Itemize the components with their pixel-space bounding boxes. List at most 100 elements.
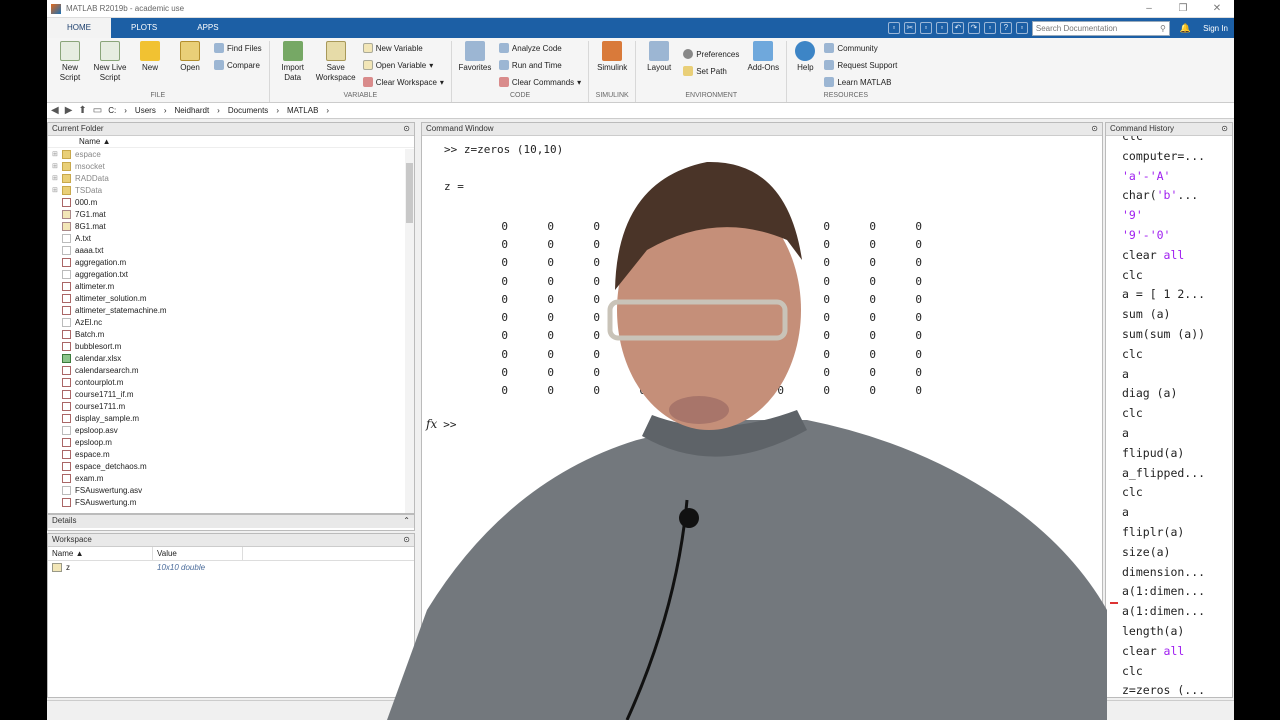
redo-icon[interactable]: ↷ (967, 22, 980, 34)
scrollbar-thumb[interactable] (406, 163, 413, 223)
learn-matlab-button[interactable]: Learn MATLAB (824, 75, 897, 89)
list-item[interactable]: aaaa.txt (52, 244, 414, 256)
history-item[interactable]: flipud(a) (1122, 444, 1205, 464)
open-button[interactable]: Open (171, 41, 209, 92)
history-item[interactable]: fliplr(a) (1122, 523, 1205, 543)
column-header-name[interactable]: Name ▲ (48, 136, 414, 148)
new-variable-button[interactable]: New Variable (362, 41, 444, 55)
command-prompt[interactable]: fx >> (426, 417, 456, 431)
expand-icon[interactable]: ⊞ (52, 150, 62, 158)
list-item[interactable]: calendar.xlsx (52, 352, 414, 364)
history-item[interactable]: char('b'... (1122, 186, 1205, 206)
list-item[interactable]: display_sample.m (52, 412, 414, 424)
panel-menu-icon[interactable]: ⊙ (1221, 123, 1228, 135)
list-item[interactable]: ⊞ RADData (52, 172, 414, 184)
function-browser-icon[interactable]: fx (426, 417, 437, 431)
expand-icon[interactable]: ⊞ (52, 174, 62, 182)
history-item[interactable]: 'a'-'A' (1122, 167, 1205, 187)
history-item[interactable]: sum (a) (1122, 305, 1205, 325)
expand-icon[interactable]: ⊞ (52, 162, 62, 170)
expand-icon[interactable]: ▫ (1015, 22, 1028, 34)
run-and-time-button[interactable]: Run and Time (498, 58, 581, 72)
history-item[interactable]: clc (1122, 266, 1205, 286)
compare-button[interactable]: Compare (214, 58, 262, 72)
switch-windows-icon[interactable]: ▫ (983, 22, 996, 34)
request-support-button[interactable]: Request Support (824, 58, 897, 72)
list-item[interactable]: ⊞ TSData (52, 184, 414, 196)
copy-icon[interactable]: ▫ (919, 22, 932, 34)
bell-icon[interactable]: 🔔 (1180, 23, 1191, 34)
paste-icon[interactable]: ▫ (935, 22, 948, 34)
help-icon[interactable]: ? (999, 22, 1012, 34)
open-variable-button[interactable]: Open Variable ▾ (362, 58, 444, 72)
simulink-button[interactable]: Simulink (593, 41, 631, 92)
breadcrumb-item[interactable]: Neidhardt (174, 106, 209, 115)
list-item[interactable]: contourplot.m (52, 376, 414, 388)
list-item[interactable]: altimeter_solution.m (52, 292, 414, 304)
history-item[interactable]: clc (1122, 662, 1205, 682)
list-item[interactable]: ⊞ espace (52, 148, 414, 160)
list-item[interactable]: A.txt (52, 232, 414, 244)
minimize-icon[interactable]: – (1132, 3, 1166, 14)
list-item[interactable]: altimeter.m (52, 280, 414, 292)
cut-icon[interactable]: ✂ (903, 22, 916, 34)
list-item[interactable]: FSAuswertung.asv (52, 484, 414, 496)
undo-icon[interactable]: ↶ (951, 22, 964, 34)
list-item[interactable]: course1711_if.m (52, 388, 414, 400)
command-window-panel[interactable]: Command Window ⊙ >> z=zeros (10,10) z = 0… (421, 122, 1103, 698)
list-item[interactable]: bubblesort.m (52, 340, 414, 352)
history-item[interactable]: clc (1122, 136, 1205, 147)
back-icon[interactable]: ◀ (51, 105, 59, 116)
history-item[interactable]: clear all (1122, 642, 1205, 662)
list-item[interactable]: epsloop.asv (52, 424, 414, 436)
community-button[interactable]: Community (824, 41, 897, 55)
save-workspace-button[interactable]: Save Workspace (314, 41, 358, 92)
history-item[interactable]: diag (a) (1122, 384, 1205, 404)
import-data-button[interactable]: Import Data (274, 41, 312, 92)
workspace-row[interactable]: z 10x10 double (48, 561, 414, 574)
close-icon[interactable]: ✕ (1200, 3, 1234, 14)
history-item[interactable]: clear all (1122, 246, 1205, 266)
tab-plots[interactable]: PLOTS (111, 18, 177, 38)
list-item[interactable]: AzEl.nc (52, 316, 414, 328)
panel-menu-icon[interactable]: ⊙ (403, 534, 410, 546)
set-path-button[interactable]: Set Path (683, 64, 739, 78)
list-item[interactable]: ⊞ msocket (52, 160, 414, 172)
up-folder-icon[interactable]: ⬆ (78, 105, 86, 116)
new-script-button[interactable]: New Script (51, 41, 89, 92)
clear-commands-button[interactable]: Clear Commands ▾ (498, 75, 581, 89)
history-item[interactable]: clc (1122, 483, 1205, 503)
tab-home[interactable]: HOME (47, 18, 111, 38)
preferences-button[interactable]: Preferences (683, 47, 739, 61)
list-item[interactable]: exam.m (52, 472, 414, 484)
list-item[interactable]: espace.m (52, 448, 414, 460)
history-item[interactable]: clc (1122, 404, 1205, 424)
history-item[interactable]: '9'-'0' (1122, 226, 1205, 246)
history-item[interactable]: dimension... (1122, 563, 1205, 583)
panel-menu-icon[interactable]: ⊙ (403, 123, 410, 135)
history-item[interactable]: length(a) (1122, 622, 1205, 642)
breadcrumb-item[interactable]: Users (135, 106, 156, 115)
history-item[interactable]: computer=... (1122, 147, 1205, 167)
new-live-script-button[interactable]: New Live Script (91, 41, 129, 92)
column-header-value[interactable]: Value (153, 547, 243, 560)
list-item[interactable]: FSAuswertung.m (52, 496, 414, 508)
forward-icon[interactable]: ▶ (65, 105, 73, 116)
history-item[interactable]: a (1122, 503, 1205, 523)
add-ons-button[interactable]: Add-Ons (744, 41, 782, 92)
history-item[interactable]: '9' (1122, 206, 1205, 226)
list-item[interactable]: calendarsearch.m (52, 364, 414, 376)
list-item[interactable]: altimeter_statemachine.m (52, 304, 414, 316)
column-header-name[interactable]: Name ▲ (48, 547, 153, 560)
list-item[interactable]: aggregation.txt (52, 268, 414, 280)
panel-menu-icon[interactable]: ⊙ (1091, 123, 1098, 135)
maximize-icon[interactable]: ❐ (1166, 3, 1200, 14)
list-item[interactable]: 8G1.mat (52, 220, 414, 232)
list-item[interactable]: Batch.m (52, 328, 414, 340)
browse-folder-icon[interactable]: ▭ (93, 105, 102, 116)
list-item[interactable]: 7G1.mat (52, 208, 414, 220)
expand-icon[interactable]: ⊞ (52, 186, 62, 194)
scrollbar[interactable] (405, 149, 414, 513)
history-item[interactable]: size(a) (1122, 543, 1205, 563)
list-item[interactable]: 000.m (52, 196, 414, 208)
